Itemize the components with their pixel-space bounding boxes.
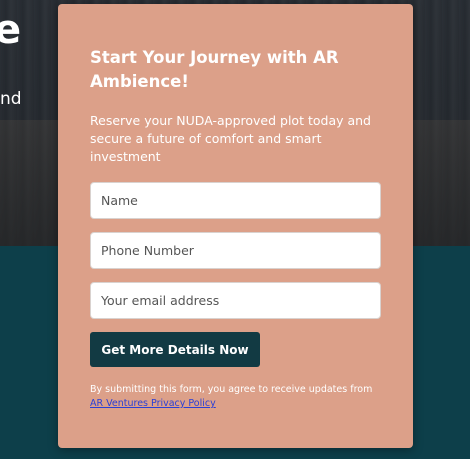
form-title: Start Your Journey with AR Ambience! xyxy=(90,48,339,91)
name-field[interactable] xyxy=(90,182,381,219)
hero-heading-fragment: e xyxy=(0,7,22,53)
hero-text-fragment: nd xyxy=(0,89,22,109)
form-subtitle: Reserve your NUDA-approved plot today an… xyxy=(90,113,371,164)
get-more-details-button[interactable]: Get More Details Now xyxy=(90,332,260,367)
phone-number-field[interactable] xyxy=(90,232,381,269)
privacy-policy-link[interactable]: AR Ventures Privacy Policy xyxy=(90,398,216,409)
lead-form-card: Start Your Journey with AR Ambience! Res… xyxy=(58,4,413,448)
consent-text: By submitting this form, you agree to re… xyxy=(90,384,373,395)
consent-notice: By submitting this form, you agree to re… xyxy=(90,383,381,411)
email-field[interactable] xyxy=(90,282,381,319)
landing-page: e nd Start Your Journey with AR Ambience… xyxy=(0,0,470,459)
